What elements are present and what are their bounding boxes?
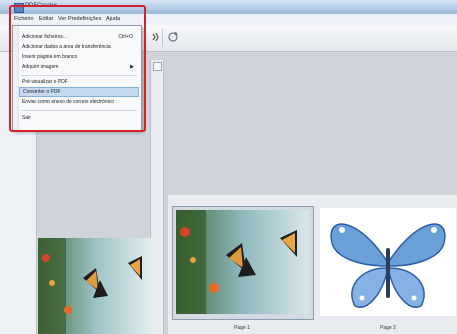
thumbnail-page-2[interactable] <box>320 208 456 316</box>
scroll-up-button[interactable] <box>153 62 162 71</box>
refresh-icon[interactable] <box>166 30 180 44</box>
thumbnail-label-page-2: Page 2 <box>380 325 396 331</box>
page-preview-image <box>38 238 153 334</box>
thumbnail-label-page-1: Page 1 <box>234 325 250 331</box>
thumbnail-page-1[interactable] <box>176 210 309 314</box>
toolbar-separator <box>162 29 163 47</box>
highlight-callout-box <box>9 5 146 132</box>
